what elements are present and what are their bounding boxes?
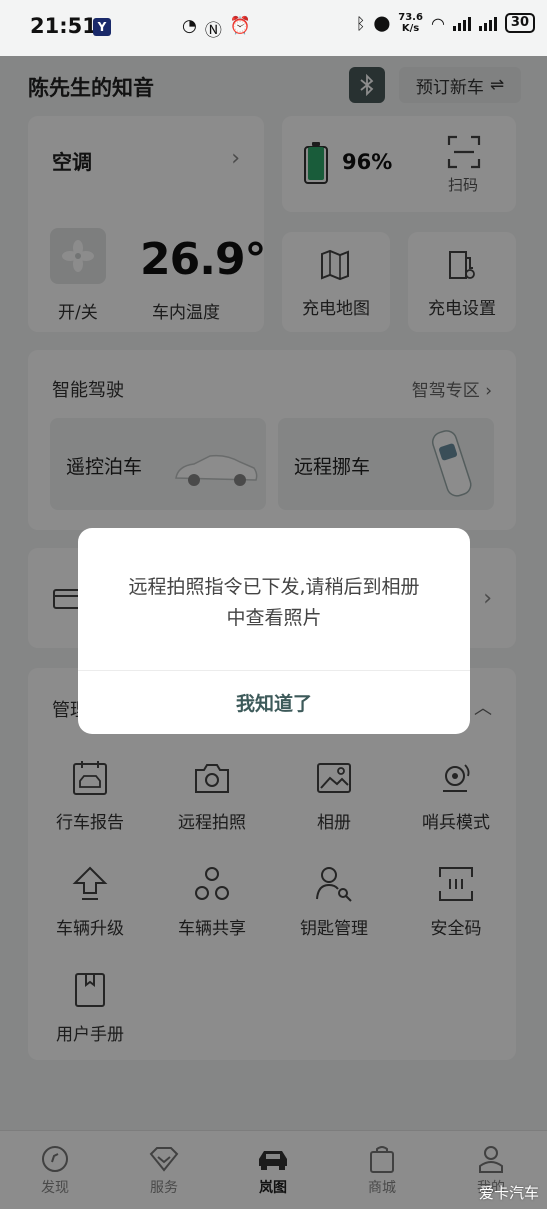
- status-time: 21:51: [30, 14, 97, 38]
- bluetooth-status-icon: ᛒ: [355, 13, 366, 33]
- signal-icon: [452, 15, 471, 31]
- app-screen: 21:51 Y ◔ Ⓝ ⏰ ᛒ ⬤ 73.6 K/s ◠ 30 陈先生的知音 预…: [0, 0, 547, 1209]
- remote-photo-dialog: 远程拍照指令已下发,请稍后到相册 中查看照片 我知道了: [78, 528, 470, 734]
- wifi-icon: ◠: [430, 13, 445, 33]
- notification-icon: ◔: [182, 16, 197, 36]
- status-icons-left: ◔ Ⓝ ⏰: [182, 16, 251, 41]
- signal-icon-2: [478, 15, 497, 31]
- alarm-icon: ⏰: [229, 16, 252, 36]
- app-badge-icon: Y: [93, 18, 111, 36]
- battery-status: 30: [504, 13, 535, 33]
- net-speed: 73.6 K/s: [398, 12, 423, 34]
- status-bar: 21:51 Y ◔ Ⓝ ⏰ ᛒ ⬤ 73.6 K/s ◠ 30: [0, 0, 547, 56]
- dialog-message: 远程拍照指令已下发,请稍后到相册 中查看照片: [128, 576, 420, 629]
- nfc-icon: Ⓝ: [204, 21, 222, 41]
- dialog-confirm-button[interactable]: 我知道了: [78, 671, 470, 734]
- location-icon: ⬤: [373, 14, 391, 32]
- watermark: 爱卡汽车: [478, 1184, 539, 1202]
- status-icons-right: ᛒ ⬤ 73.6 K/s ◠ 30: [356, 12, 535, 34]
